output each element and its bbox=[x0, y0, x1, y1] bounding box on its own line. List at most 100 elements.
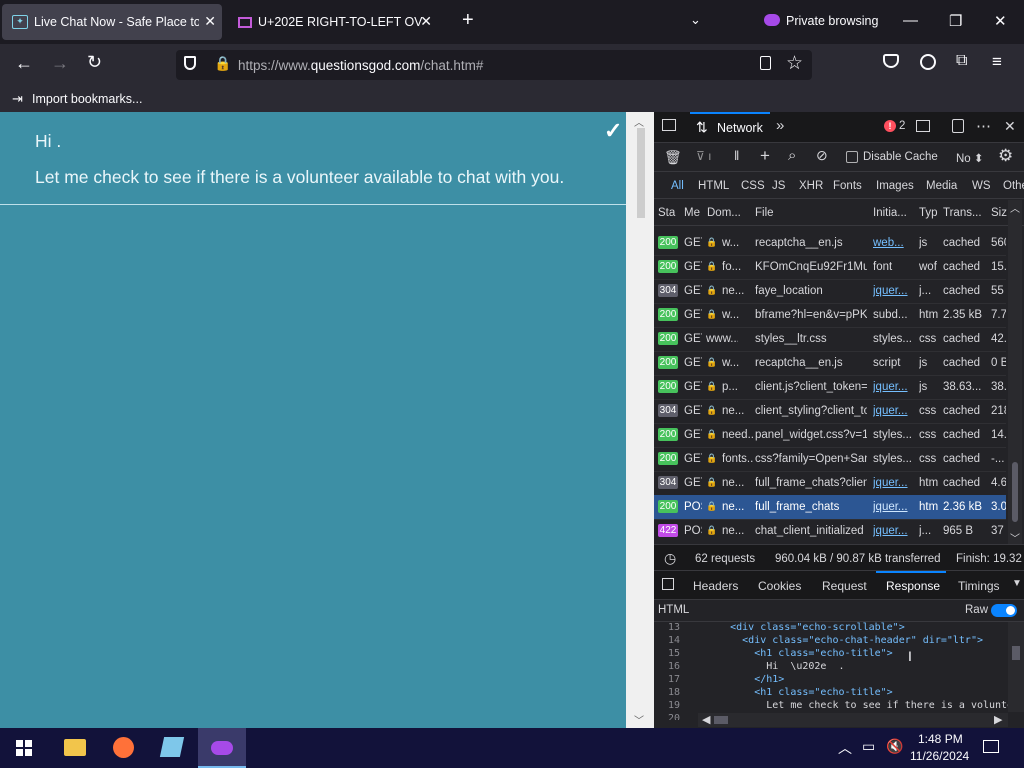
column-type[interactable]: Typ bbox=[919, 207, 938, 219]
reader-view-icon[interactable] bbox=[760, 56, 771, 70]
tracking-protection-icon[interactable] bbox=[184, 56, 196, 70]
column-status[interactable]: Sta bbox=[658, 207, 675, 219]
back-icon[interactable]: ← bbox=[15, 53, 33, 74]
split-console-icon[interactable] bbox=[916, 120, 930, 132]
url-text[interactable]: https://www.questionsgod.com/chat.htm# bbox=[238, 58, 483, 73]
scrollbar-thumb[interactable] bbox=[637, 128, 645, 218]
network-settings-icon[interactable]: ⚙ bbox=[998, 146, 1013, 166]
import-bookmarks-link[interactable]: Import bookmarks... bbox=[32, 92, 142, 106]
devtools-menu-icon[interactable]: ⋯ bbox=[976, 117, 991, 135]
clock-date[interactable]: 11/26/2024 bbox=[910, 749, 969, 763]
request-list-scrollbar[interactable]: ︿ ﹀ bbox=[1008, 200, 1022, 545]
table-row[interactable]: 🔒 200 GET w... recaptcha__en.js web... js cache… bbox=[654, 231, 1006, 256]
extensions-icon[interactable]: ⧉ bbox=[956, 52, 967, 70]
scroll-left-icon[interactable]: ◀ bbox=[702, 713, 710, 726]
column-file[interactable]: File bbox=[755, 207, 774, 219]
clock-time[interactable]: 1:48 PM bbox=[918, 732, 963, 746]
tab-headers[interactable]: Headers bbox=[693, 579, 738, 593]
add-icon[interactable]: + bbox=[760, 146, 770, 166]
scroll-up-icon[interactable]: ︿ bbox=[634, 114, 644, 129]
filter-css[interactable]: CSS bbox=[741, 180, 765, 192]
search-icon[interactable]: ⌕ bbox=[788, 147, 796, 164]
windows-start-icon[interactable] bbox=[16, 740, 32, 756]
block-icon[interactable]: ⊘ bbox=[816, 147, 828, 164]
error-icon[interactable]: ! bbox=[884, 120, 896, 132]
tab-unicode-override[interactable]: U+202E RIGHT-TO-LEFT OVERRIDE ✕ bbox=[228, 4, 438, 40]
toggle-sidebar-icon[interactable] bbox=[662, 578, 674, 590]
clear-icon[interactable]: 🗑 bbox=[664, 149, 682, 166]
element-picker-icon[interactable] bbox=[662, 119, 676, 131]
column-method[interactable]: Me bbox=[684, 207, 700, 219]
disable-cache-checkbox[interactable] bbox=[846, 151, 858, 163]
scrollbar-thumb[interactable] bbox=[1012, 462, 1018, 522]
code-horizontal-scrollbar[interactable]: ◀ ▶ bbox=[698, 713, 1008, 727]
lock-icon[interactable]: 🔒 bbox=[214, 55, 231, 72]
scroll-down-icon[interactable]: ﹀ bbox=[634, 712, 644, 727]
tab-cookies[interactable]: Cookies bbox=[758, 579, 801, 593]
tab-response[interactable]: Response bbox=[876, 571, 946, 599]
account-icon[interactable] bbox=[920, 54, 936, 70]
table-row[interactable]: 🔒 422 POS ne... chat_client_initialized jquer… bbox=[654, 519, 1006, 543]
notepad-icon[interactable] bbox=[159, 737, 185, 757]
table-row[interactable]: 🔒 200 GET fo... KFOmCnqEu92Fr1Mu4 font wofcach… bbox=[654, 255, 1006, 280]
table-row[interactable]: 🔒 200 POS ne... full_frame_chats jquer... htm 2… bbox=[654, 495, 1006, 520]
scrollbar-thumb[interactable] bbox=[714, 716, 728, 724]
filter-html[interactable]: HTML bbox=[698, 180, 729, 192]
close-tab-icon[interactable]: ✕ bbox=[204, 13, 216, 30]
new-tab-icon[interactable]: + bbox=[462, 9, 474, 32]
close-devtools-icon[interactable]: ✕ bbox=[1004, 118, 1016, 135]
table-row[interactable]: 🔒 304 GET ne... full_frame_chats?clien jquer.… bbox=[654, 471, 1006, 496]
filter-ws[interactable]: WS bbox=[972, 180, 991, 192]
tab-network[interactable]: ⇅ Network bbox=[690, 112, 770, 142]
table-row[interactable]: 🔒 200 GET p... client.js?client_token= jquer.… bbox=[654, 375, 1006, 400]
pause-icon[interactable]: ‖ bbox=[734, 148, 739, 163]
more-tabs-icon[interactable]: ▼ bbox=[1012, 578, 1022, 589]
filter-js[interactable]: JS bbox=[772, 180, 785, 192]
raw-toggle[interactable] bbox=[991, 604, 1017, 617]
filter-other[interactable]: Other bbox=[1003, 180, 1024, 192]
filter-xhr[interactable]: XHR bbox=[799, 180, 823, 192]
column-size[interactable]: Siz bbox=[991, 207, 1007, 219]
scroll-up-icon[interactable]: ︿ bbox=[1010, 200, 1020, 215]
tab-timings[interactable]: Timings bbox=[958, 579, 1000, 593]
notifications-icon[interactable] bbox=[983, 740, 999, 753]
close-tab-icon[interactable]: ✕ bbox=[420, 13, 432, 30]
table-row[interactable]: 🔒 200 GET fonts...css?family=Open+San styles… bbox=[654, 447, 1006, 472]
column-initiator[interactable]: Initia... bbox=[873, 207, 907, 219]
maximize-button[interactable]: ❐ bbox=[949, 12, 962, 30]
responsive-design-icon[interactable] bbox=[952, 119, 964, 133]
table-row[interactable]: 🔒 200 GET need...panel_widget.css?v=1 styles… bbox=[654, 423, 1006, 448]
table-row[interactable]: 🔒 304 GET ne... client_styling?client_to jque… bbox=[654, 399, 1006, 424]
forward-icon[interactable]: → bbox=[51, 53, 69, 74]
table-row[interactable]: 200 GET www... styles__ltr.css styles... cssc… bbox=[654, 327, 1006, 352]
performance-icon[interactable]: ◷ bbox=[664, 550, 676, 567]
table-row[interactable]: 🔒 304 GET ne... faye_location jquer... j... cac… bbox=[654, 279, 1006, 304]
column-transferred[interactable]: Trans... bbox=[943, 207, 982, 219]
filter-all[interactable]: All bbox=[671, 180, 684, 192]
filter-fonts[interactable]: Fonts bbox=[833, 180, 862, 192]
more-tools-icon[interactable]: » bbox=[776, 117, 784, 134]
volume-muted-icon[interactable]: 🔇 bbox=[886, 738, 903, 755]
code-vertical-scrollbar[interactable] bbox=[1008, 622, 1024, 712]
filter-icon[interactable]: ⊽ ı bbox=[696, 149, 711, 163]
url-bar[interactable]: 🔒 https://www.questionsgod.com/chat.htm#… bbox=[176, 50, 812, 80]
table-row[interactable]: 🔒 200 GET w... recaptcha__en.js script js cache… bbox=[654, 351, 1006, 376]
scrollbar-thumb[interactable] bbox=[1012, 646, 1020, 660]
minimize-button[interactable]: — bbox=[903, 12, 918, 29]
scroll-right-icon[interactable]: ▶ bbox=[994, 713, 1002, 726]
filter-media[interactable]: Media bbox=[926, 180, 957, 192]
file-explorer-icon[interactable] bbox=[64, 739, 86, 756]
firefox-icon[interactable] bbox=[113, 737, 134, 758]
reload-icon[interactable]: ↻ bbox=[87, 52, 102, 73]
throttling-select[interactable]: No ⬍ bbox=[956, 151, 984, 165]
bookmark-star-icon[interactable]: ☆ bbox=[786, 52, 803, 75]
firefox-private-taskbar-item[interactable] bbox=[198, 728, 246, 768]
close-window-button[interactable]: ✕ bbox=[994, 12, 1007, 30]
menu-icon[interactable]: ≡ bbox=[992, 52, 1002, 72]
filter-images[interactable]: Images bbox=[876, 180, 914, 192]
table-row[interactable]: 🔒 200 GET w... bframe?hl=en&v=pPK subd... htm 2… bbox=[654, 303, 1006, 328]
check-icon[interactable]: ✓ bbox=[604, 118, 622, 144]
list-all-tabs-icon[interactable]: ⌄ bbox=[690, 12, 701, 28]
network-status-icon[interactable]: ▭ bbox=[862, 738, 875, 755]
page-scrollbar[interactable]: ︿ ﹀ bbox=[626, 112, 654, 728]
